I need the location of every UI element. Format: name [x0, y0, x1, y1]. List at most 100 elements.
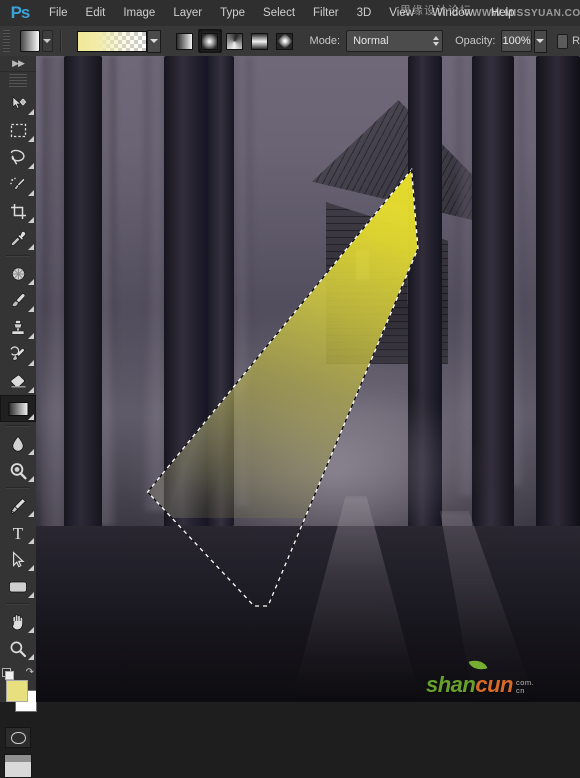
svg-text:T: T [13, 524, 24, 542]
tool-more-corner-icon [28, 476, 34, 482]
swap-colors-icon[interactable]: ↷ [26, 667, 34, 678]
toolbar-divider [6, 487, 30, 489]
reverse-checkbox[interactable] [557, 33, 569, 49]
path-selection-tool[interactable] [0, 546, 36, 573]
brush-tool[interactable] [0, 287, 36, 314]
blend-mode-select[interactable]: Normal [346, 30, 444, 52]
gradient-beam-layer [36, 56, 580, 702]
eraser-tool[interactable] [0, 368, 36, 395]
dodge-tool[interactable] [0, 457, 36, 484]
menu-filter[interactable]: Filter [304, 0, 348, 26]
tool-more-corner-icon [28, 592, 34, 598]
menu-3d[interactable]: 3D [348, 0, 381, 26]
toolbar-collapse-button[interactable]: ▶▶ [0, 56, 36, 72]
blend-mode-value: Normal [353, 35, 389, 47]
yellow-light-beam [147, 169, 418, 518]
history-brush-tool[interactable] [0, 341, 36, 368]
gradient-preview-swatch[interactable] [76, 30, 147, 52]
blend-mode-spinner-icon [433, 36, 440, 46]
tool-more-corner-icon [28, 414, 34, 420]
shancun-watermark: shan cun com. cn [426, 656, 572, 698]
tool-more-corner-icon [28, 538, 34, 544]
tool-more-corner-icon [28, 163, 34, 169]
clone-stamp-tool[interactable] [0, 314, 36, 341]
photoshop-logo-icon: Ps [10, 3, 31, 22]
quick-mask-button[interactable] [5, 727, 31, 748]
tools-panel: ▶▶ T ↷ [0, 56, 37, 778]
tool-more-corner-icon [28, 627, 34, 633]
menu-type[interactable]: Type [211, 0, 254, 26]
menu-bar: Ps File Edit Image Layer Type Select Fil… [0, 0, 580, 27]
options-bar-grip[interactable] [3, 30, 10, 52]
diamond-gradient-button[interactable] [273, 29, 297, 53]
reverse-label: R [572, 35, 580, 47]
watermark-shan-text: shan [426, 672, 476, 697]
crop-tool[interactable] [0, 198, 36, 225]
tool-more-corner-icon [28, 190, 34, 196]
watermark-cun-text: cun [475, 672, 513, 697]
tool-preset-chevron-down-icon[interactable] [41, 30, 54, 52]
tool-more-corner-icon [28, 449, 34, 455]
quick-selection-tool[interactable] [0, 171, 36, 198]
horizontal-type-tool[interactable]: T [0, 519, 36, 546]
tool-more-corner-icon [28, 244, 34, 250]
tool-more-corner-icon [28, 565, 34, 571]
gradient-tool[interactable] [0, 395, 36, 422]
watermark-domain: com. cn [516, 679, 534, 695]
photoshop-window: Ps File Edit Image Layer Type Select Fil… [0, 0, 580, 778]
tool-more-corner-icon [28, 511, 34, 517]
menu-select[interactable]: Select [254, 0, 304, 26]
forest-photograph: shan cun com. cn [36, 56, 580, 702]
menu-window[interactable]: Window [423, 0, 482, 26]
tool-preset-icon[interactable] [19, 30, 40, 52]
radial-gradient-button[interactable] [197, 29, 222, 53]
menu-image[interactable]: Image [114, 0, 164, 26]
color-swatches: ↷ [0, 666, 37, 724]
toolbar-grip[interactable] [9, 74, 27, 87]
divider [60, 30, 62, 52]
lasso-tool[interactable] [0, 144, 36, 171]
reflected-gradient-button[interactable] [248, 29, 272, 53]
menu-edit[interactable]: Edit [77, 0, 115, 26]
menu-file[interactable]: File [40, 0, 77, 26]
toolbar-divider [6, 255, 30, 257]
menu-view[interactable]: View [380, 0, 423, 26]
hand-tool[interactable] [0, 608, 36, 635]
toolbar-divider [6, 425, 30, 427]
tool-options-bar: Mode: Normal Opacity: 100% R [0, 26, 580, 57]
tool-more-corner-icon [28, 333, 34, 339]
mode-label: Mode: [309, 35, 341, 47]
beam-highlight [147, 169, 418, 518]
rectangular-marquee-tool[interactable] [0, 117, 36, 144]
rectangle-tool[interactable] [0, 573, 36, 600]
linear-gradient-button[interactable] [173, 29, 197, 53]
move-tool[interactable] [0, 90, 36, 117]
gradient-type-buttons [173, 29, 298, 53]
tool-more-corner-icon [28, 136, 34, 142]
tool-more-corner-icon [28, 654, 34, 660]
gradient-picker-chevron-down-icon[interactable] [146, 29, 161, 53]
eyedropper-tool[interactable] [0, 225, 36, 252]
blur-tool[interactable] [0, 430, 36, 457]
angle-gradient-button[interactable] [223, 29, 247, 53]
tool-more-corner-icon [28, 109, 34, 115]
opacity-label: Opacity: [455, 35, 496, 47]
menu-help[interactable]: Help [482, 0, 524, 26]
screen-mode-button[interactable] [4, 754, 32, 778]
tool-more-corner-icon [28, 279, 34, 285]
watermark-domain-line2: cn [515, 686, 525, 695]
spot-healing-brush-tool[interactable] [0, 260, 36, 287]
opacity-input[interactable]: 100% [501, 30, 532, 52]
tool-more-corner-icon [28, 387, 34, 393]
tool-more-corner-icon [28, 306, 34, 312]
toolbar-divider [6, 603, 30, 605]
tool-more-corner-icon [28, 360, 34, 366]
opacity-chevron-down-icon[interactable] [533, 29, 548, 53]
pen-tool[interactable] [0, 492, 36, 519]
opacity-value: 100% [502, 35, 531, 47]
foreground-color-swatch[interactable] [6, 680, 28, 702]
zoom-tool[interactable] [0, 635, 36, 662]
document-canvas[interactable]: shan cun com. cn [36, 56, 580, 702]
menu-layer[interactable]: Layer [164, 0, 211, 26]
tool-more-corner-icon [28, 217, 34, 223]
